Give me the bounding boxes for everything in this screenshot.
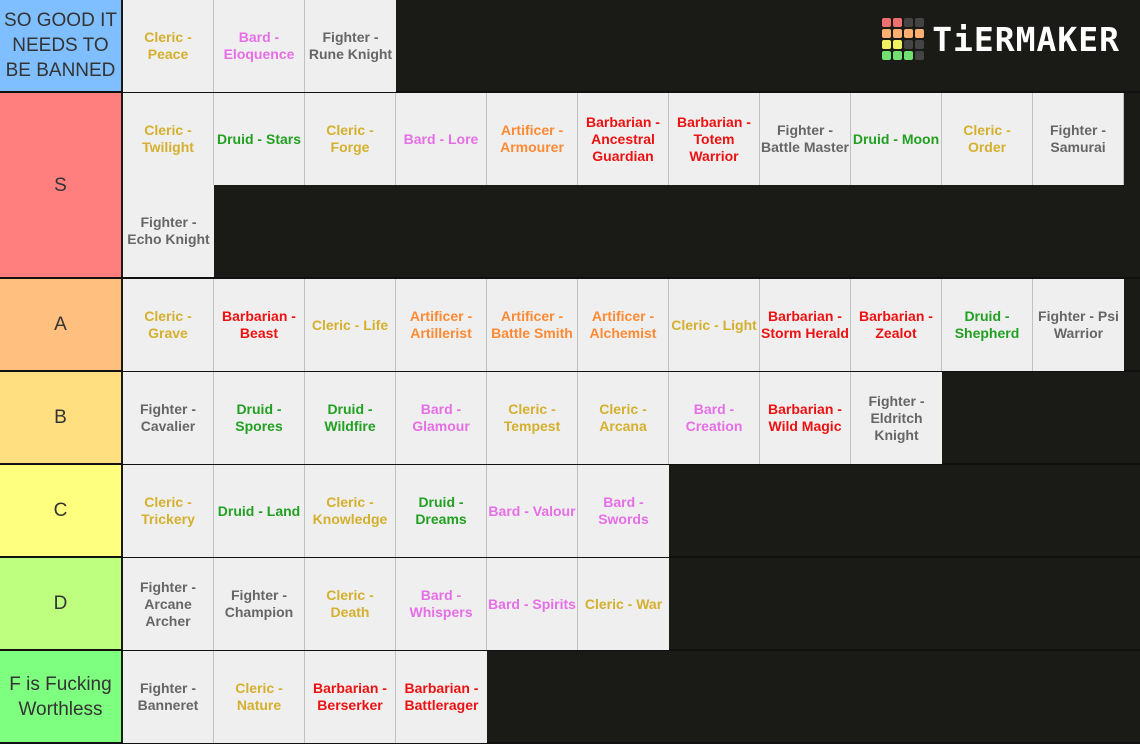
tier-label[interactable]: SO GOOD IT NEEDS TO BE BANNED <box>0 0 123 91</box>
logo-square <box>915 51 925 60</box>
tier-item[interactable]: Barbarian - Zealot <box>851 279 942 371</box>
logo-square <box>904 29 914 38</box>
tier-item[interactable]: Cleric - Twilight <box>123 93 214 185</box>
tier-item[interactable]: Barbarian - Battlerager <box>396 651 487 743</box>
tier-item[interactable]: Fighter - Eldritch Knight <box>851 372 942 464</box>
logo-square <box>915 40 925 49</box>
logo-square <box>893 29 903 38</box>
tier-item[interactable]: Artificer - Battle Smith <box>487 279 578 371</box>
tier-item[interactable]: Druid - Land <box>214 465 305 557</box>
tier-item[interactable]: Druid - Dreams <box>396 465 487 557</box>
tier-label[interactable]: A <box>0 279 123 370</box>
tier-item[interactable]: Druid - Stars <box>214 93 305 185</box>
logo-square <box>893 18 903 27</box>
tier-item[interactable]: Fighter - Psi Warrior <box>1033 279 1124 371</box>
tier-item[interactable]: Cleric - Trickery <box>123 465 214 557</box>
tier-list-board: SO GOOD IT NEEDS TO BE BANNED Cleric - Pe… <box>0 0 1140 744</box>
tier-row: D Fighter - Arcane Archer Fighter - Champi… <box>0 558 1140 651</box>
tier-item[interactable]: Cleric - Light <box>669 279 760 371</box>
tier-item[interactable]: Cleric - Forge <box>305 93 396 185</box>
tier-item[interactable]: Cleric - Tempest <box>487 372 578 464</box>
logo-square <box>904 40 914 49</box>
tier-item[interactable]: Fighter - Arcane Archer <box>123 558 214 650</box>
logo-square <box>915 29 925 38</box>
tier-item[interactable]: Fighter - Echo Knight <box>123 185 214 277</box>
tiermaker-logo: TiERMAKER <box>882 18 1120 60</box>
logo-square <box>915 18 925 27</box>
tier-item[interactable]: Druid - Spores <box>214 372 305 464</box>
tier-item[interactable]: Cleric - Grave <box>123 279 214 371</box>
tier-item[interactable]: Fighter - Banneret <box>123 651 214 743</box>
tier-label[interactable]: S <box>0 93 123 277</box>
tier-label[interactable]: D <box>0 558 123 649</box>
logo-square <box>882 29 892 38</box>
tier-items: Cleric - Trickery Druid - Land Cleric - Kn… <box>123 465 1140 557</box>
tier-item[interactable]: Artificer - Artillerist <box>396 279 487 371</box>
tier-row: C Cleric - Trickery Druid - Land Cleric - K… <box>0 465 1140 558</box>
tier-item[interactable]: Bard - Creation <box>669 372 760 464</box>
tier-items: Fighter - Banneret Cleric - Nature Barbari… <box>123 651 1140 743</box>
tier-items: Fighter - Cavalier Druid - Spores Druid - … <box>123 372 1140 464</box>
tier-item[interactable]: Druid - Moon <box>851 93 942 185</box>
logo-square <box>882 51 892 60</box>
tier-row: S Cleric - Twilight Druid - Stars Cleric - … <box>0 93 1140 279</box>
tier-item[interactable]: Cleric - War <box>578 558 669 650</box>
tier-items: Cleric - Twilight Druid - Stars Cleric - F… <box>123 93 1140 277</box>
tier-item[interactable]: Bard - Glamour <box>396 372 487 464</box>
tiermaker-logo-text: TiERMAKER <box>932 19 1120 59</box>
tier-item[interactable]: Barbarian - Wild Magic <box>760 372 851 464</box>
tier-item[interactable]: Cleric - Peace <box>123 0 214 92</box>
tier-item[interactable]: Fighter - Samurai <box>1033 93 1124 185</box>
logo-square <box>882 40 892 49</box>
tier-label[interactable]: C <box>0 465 123 556</box>
tier-item[interactable]: Bard - Eloquence <box>214 0 305 92</box>
tier-item[interactable]: Cleric - Death <box>305 558 396 650</box>
tier-item[interactable]: Barbarian - Storm Herald <box>760 279 851 371</box>
logo-square <box>904 18 914 27</box>
tier-item[interactable]: Cleric - Life <box>305 279 396 371</box>
tier-item[interactable]: Cleric - Nature <box>214 651 305 743</box>
tiermaker-logo-icon <box>882 18 925 60</box>
tier-item[interactable]: Bard - Swords <box>578 465 669 557</box>
tier-item[interactable]: Barbarian - Berserker <box>305 651 396 743</box>
tier-item[interactable]: Bard - Lore <box>396 93 487 185</box>
tier-item[interactable]: Artificer - Armourer <box>487 93 578 185</box>
tier-item[interactable]: Barbarian - Ancestral Guardian <box>578 93 669 185</box>
logo-square <box>893 51 903 60</box>
tier-item[interactable]: Cleric - Arcana <box>578 372 669 464</box>
tier-item[interactable]: Druid - Wildfire <box>305 372 396 464</box>
logo-square <box>893 40 903 49</box>
tier-items: Cleric - Grave Barbarian - Beast Cleric - … <box>123 279 1140 371</box>
tier-row: B Fighter - Cavalier Druid - Spores Druid -… <box>0 372 1140 465</box>
tier-item[interactable]: Fighter - Cavalier <box>123 372 214 464</box>
tier-row: A Cleric - Grave Barbarian - Beast Cleric -… <box>0 279 1140 372</box>
tier-item[interactable]: Bard - Spirits <box>487 558 578 650</box>
tier-item[interactable]: Bard - Valour <box>487 465 578 557</box>
tier-item[interactable]: Cleric - Knowledge <box>305 465 396 557</box>
tier-item[interactable]: Fighter - Battle Master <box>760 93 851 185</box>
logo-square <box>882 18 892 27</box>
tier-row: F is Fucking Worthless Fighter - Banneret… <box>0 651 1140 744</box>
tier-label[interactable]: B <box>0 372 123 463</box>
tier-items: Fighter - Arcane Archer Fighter - Champio… <box>123 558 1140 650</box>
tier-item[interactable]: Barbarian - Beast <box>214 279 305 371</box>
tier-item[interactable]: Druid - Shepherd <box>942 279 1033 371</box>
tier-item[interactable]: Artificer - Alchemist <box>578 279 669 371</box>
tier-label[interactable]: F is Fucking Worthless <box>0 651 123 742</box>
tier-item[interactable]: Barbarian - Totem Warrior <box>669 93 760 185</box>
tier-item[interactable]: Fighter - Rune Knight <box>305 0 396 92</box>
tier-item[interactable]: Bard - Whispers <box>396 558 487 650</box>
logo-square <box>904 51 914 60</box>
tier-item[interactable]: Fighter - Champion <box>214 558 305 650</box>
tier-item[interactable]: Cleric - Order <box>942 93 1033 185</box>
